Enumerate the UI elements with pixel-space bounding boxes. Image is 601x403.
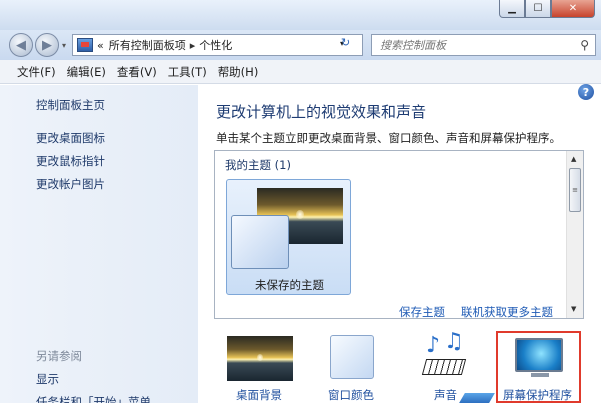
my-themes-header: 我的主题 (1) [225, 158, 291, 172]
menu-bar: 文件(F) 编辑(E) 查看(V) 工具(T) 帮助(H) [0, 60, 601, 84]
desktop-background-icon [227, 336, 293, 381]
search-input[interactable] [380, 38, 570, 52]
sidebar-item-display[interactable]: 显示 [36, 371, 59, 387]
breadcrumb-all-items[interactable]: 所有控制面板项 [109, 37, 186, 53]
sidebar-item-change-desktop-icons[interactable]: 更改桌面图标 [36, 130, 105, 146]
menu-view[interactable]: 查看(V) [117, 64, 157, 80]
see-also-header: 另请参阅 [36, 349, 82, 363]
save-theme-link[interactable]: 保存主题 [399, 304, 445, 320]
menu-edit[interactable]: 编辑(E) [67, 64, 106, 80]
menu-file[interactable]: 文件(F) [17, 64, 56, 80]
music-notes-icon: ♫ [444, 329, 464, 354]
refresh-icon[interactable]: ↻ [341, 36, 361, 52]
title-bar: ▁ ☐ ✕ [0, 0, 601, 30]
scroll-thumb[interactable]: ≡ [569, 168, 581, 212]
screen-saver-monitor-icon [515, 338, 563, 372]
screen-saver-label[interactable]: 屏幕保护程序 [503, 387, 572, 403]
music-note-icon: ♪ [426, 333, 441, 358]
piano-keys-icon [421, 359, 467, 375]
forward-button[interactable]: ▶ [35, 33, 59, 57]
menu-tools[interactable]: 工具(T) [168, 64, 207, 80]
address-bar[interactable]: « 所有控制面板项 ▸ 个性化 ▾ [72, 34, 363, 56]
screen-saver-item[interactable]: 屏幕保护程序 [496, 331, 581, 403]
search-icon[interactable]: ⚲ [580, 38, 589, 52]
sidebar-item-taskbar-start-menu[interactable]: 任务栏和「开始」菜单 [36, 394, 151, 403]
history-dropdown-icon[interactable]: ▾ [62, 41, 66, 50]
sidebar-item-control-panel-home[interactable]: 控制面板主页 [36, 97, 105, 113]
menu-help[interactable]: 帮助(H) [218, 64, 259, 80]
minimize-button[interactable]: ▁ [499, 0, 525, 18]
monitor-stand [531, 373, 549, 377]
sidebar: 控制面板主页 更改桌面图标 更改鼠标指针 更改帐户图片 另请参阅 显示 任务栏和… [0, 85, 198, 403]
scroll-up-icon[interactable]: ▲ [571, 155, 576, 163]
scroll-down-icon[interactable]: ▼ [571, 305, 576, 313]
page-description: 单击某个主题立即更改桌面背景、窗口颜色、声音和屏幕保护程序。 [216, 131, 561, 145]
unsaved-theme-label: 未保存的主题 [255, 278, 324, 292]
back-button[interactable]: ◀ [9, 33, 33, 57]
themes-scrollbar[interactable]: ▲ ≡ ▼ [566, 151, 583, 318]
forward-arrow-icon: ▶ [42, 37, 52, 53]
page-title: 更改计算机上的视觉效果和声音 [216, 103, 427, 121]
search-box[interactable]: ⚲ [371, 34, 596, 56]
breadcrumb-personalization[interactable]: 个性化 [199, 37, 232, 53]
cursor-arrow-icon [459, 393, 495, 403]
back-arrow-icon: ◀ [16, 37, 26, 53]
breadcrumb-separator-icon[interactable]: ▸ [190, 39, 196, 52]
unsaved-theme-tile[interactable]: 未保存的主题 [226, 179, 351, 295]
sound-label[interactable]: 声音 [434, 387, 457, 403]
window-color-preview [231, 215, 289, 269]
desktop-background-label[interactable]: 桌面背景 [236, 387, 282, 403]
window-color-label[interactable]: 窗口颜色 [328, 387, 374, 403]
sidebar-item-change-mouse-pointers[interactable]: 更改鼠标指针 [36, 153, 105, 169]
maximize-button[interactable]: ☐ [525, 0, 551, 18]
help-icon[interactable]: ? [578, 84, 594, 100]
window-color-icon [330, 335, 374, 379]
window-controls: ▁ ☐ ✕ [499, 0, 595, 18]
get-more-themes-link[interactable]: 联机获取更多主题 [461, 304, 553, 320]
sidebar-item-change-account-picture[interactable]: 更改帐户图片 [36, 176, 105, 192]
navigation-bar: ◀ ▶ ▾ « 所有控制面板项 ▸ 个性化 ▾ ↻ ⚲ [0, 30, 601, 60]
close-button[interactable]: ✕ [551, 0, 595, 18]
themes-list[interactable]: 我的主题 (1) 未保存的主题 保存主题 联机获取更多主题 ▲ ≡ ▼ [214, 150, 584, 319]
address-chevron-icon[interactable]: « [97, 39, 104, 52]
control-panel-icon [77, 38, 93, 52]
